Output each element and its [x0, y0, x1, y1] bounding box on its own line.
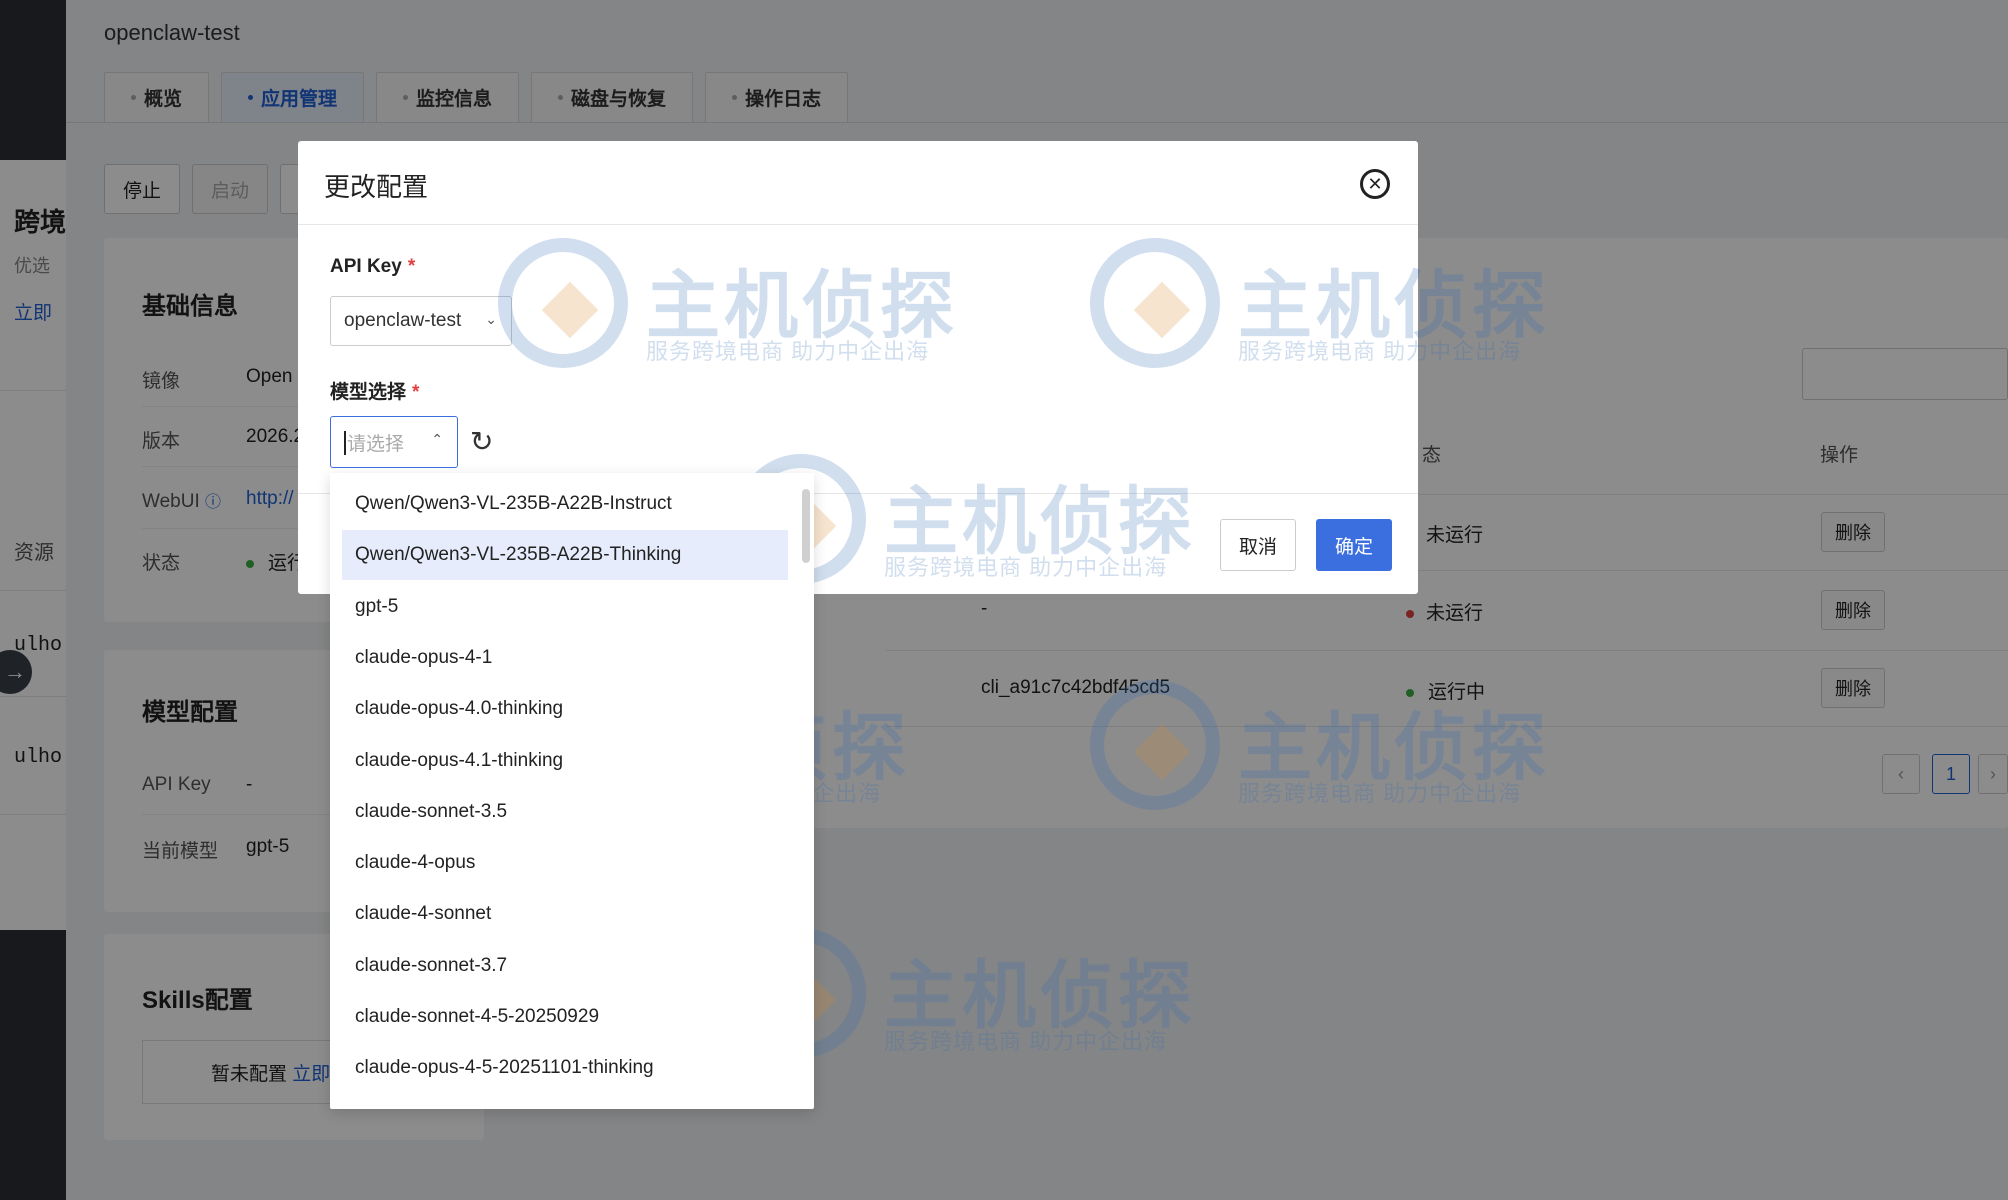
- model-field-label: 模型选择 *: [330, 382, 420, 403]
- dropdown-option[interactable]: gpt-5: [342, 582, 788, 632]
- dropdown-option[interactable]: claude-opus-4.1-thinking: [342, 736, 788, 786]
- model-dropdown-menu: Qwen/Qwen3-VL-235B-A22B-Instruct Qwen/Qwe…: [330, 473, 814, 1109]
- chevron-down-icon: ⌄: [485, 311, 497, 327]
- dropdown-option[interactable]: claude-opus-4.0-thinking: [342, 684, 788, 734]
- dropdown-scrollbar[interactable]: [802, 489, 810, 563]
- dropdown-option[interactable]: claude-opus-4-5-20251101-thinking: [342, 1043, 788, 1093]
- dropdown-option[interactable]: claude-4-sonnet: [342, 889, 788, 939]
- dropdown-option[interactable]: claude-sonnet-3.5: [342, 787, 788, 837]
- model-select[interactable]: 请选择 ⌃: [330, 416, 458, 468]
- dropdown-option[interactable]: claude-opus-4-1: [342, 633, 788, 683]
- dropdown-option[interactable]: claude-sonnet-4-5-20250929: [342, 992, 788, 1042]
- dropdown-option[interactable]: Qwen/Qwen3-VL-235B-A22B-Instruct: [342, 479, 788, 529]
- dropdown-option[interactable]: claude-4-opus: [342, 838, 788, 888]
- cancel-button[interactable]: 取消: [1220, 519, 1296, 571]
- modal-title: 更改配置: [324, 172, 429, 202]
- dropdown-option[interactable]: Qwen/Qwen3-VL-235B-A22B-Thinking: [342, 530, 788, 581]
- chevron-up-icon: ⌃: [431, 431, 443, 447]
- close-circle-icon[interactable]: ✕: [1360, 169, 1390, 199]
- dropdown-option[interactable]: claude-sonnet-3.7: [342, 941, 788, 991]
- api-key-select[interactable]: openclaw-test ⌄: [330, 296, 512, 346]
- modal-header: 更改配置 ✕: [298, 141, 1418, 225]
- confirm-button[interactable]: 确定: [1316, 519, 1392, 571]
- refresh-icon[interactable]: ↻: [470, 427, 500, 457]
- api-key-field-label: API Key *: [330, 256, 416, 277]
